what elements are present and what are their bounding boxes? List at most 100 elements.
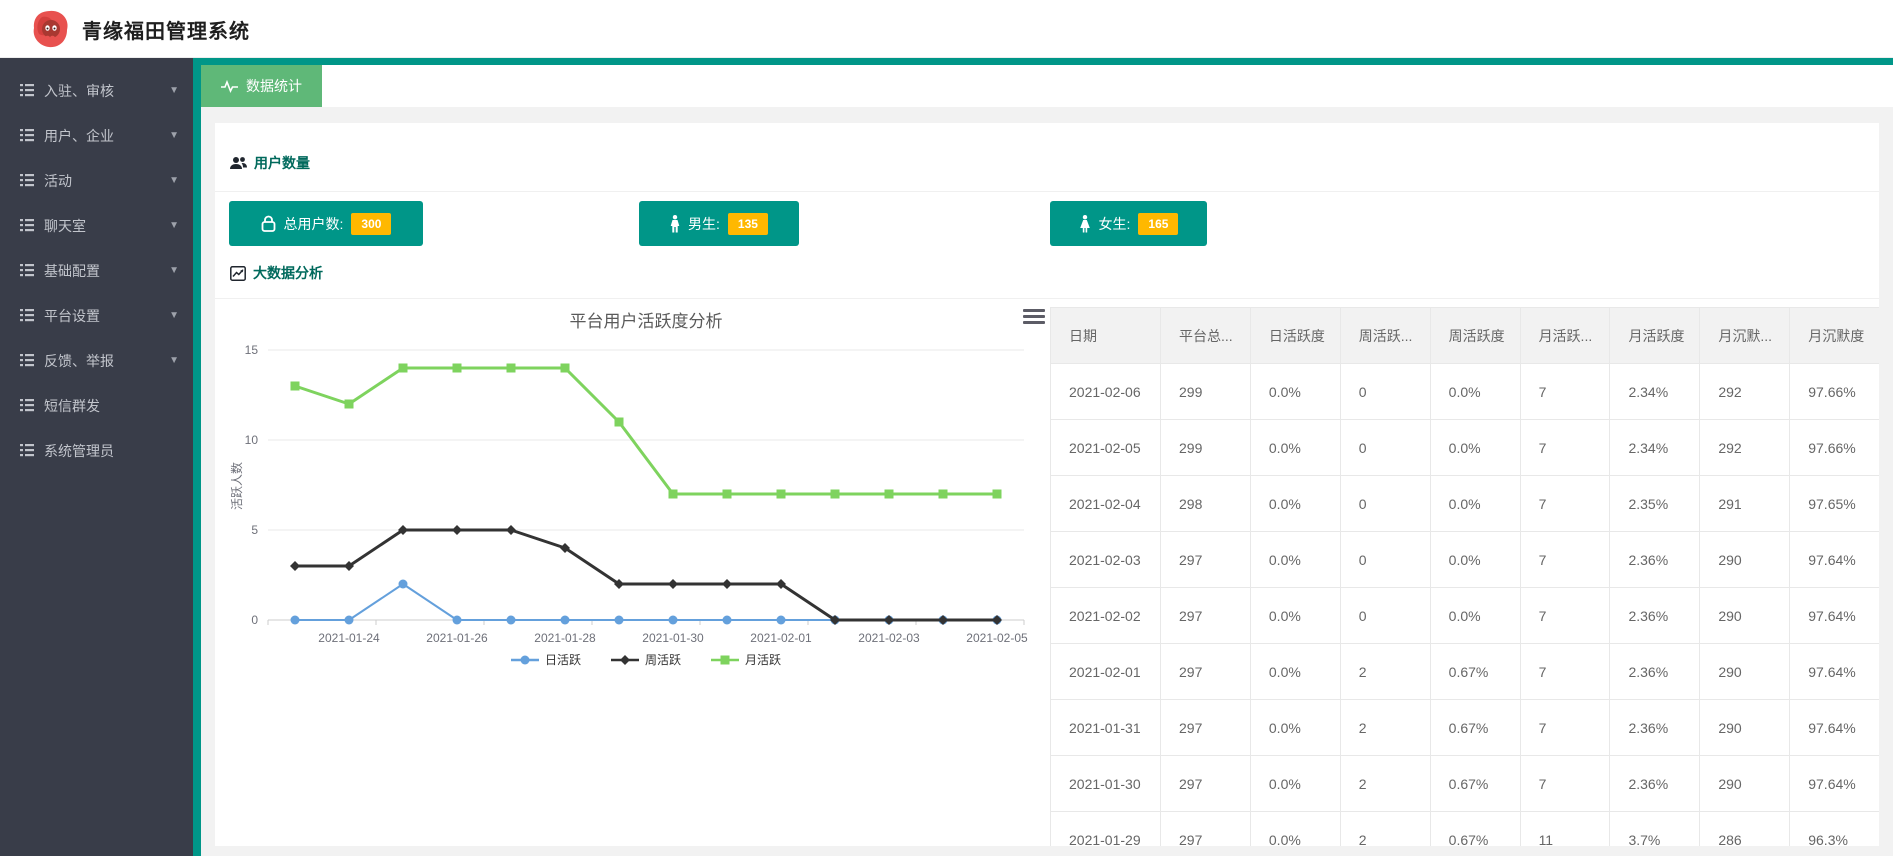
table-cell: 97.64% — [1790, 532, 1879, 588]
male-icon — [670, 215, 680, 233]
tab-data-statistics[interactable]: 数据统计 — [201, 65, 322, 107]
main: 用户数量 总用户数: 300 男生: — [201, 107, 1893, 856]
sidebar-item[interactable]: 系统管理员 — [0, 428, 193, 473]
legend-item[interactable]: 月活跃 — [711, 651, 781, 668]
table-cell: 297 — [1161, 644, 1251, 700]
list-icon — [20, 309, 34, 322]
sidebar-item[interactable]: 反馈、举报▼ — [0, 338, 193, 383]
table-cell: 286 — [1700, 812, 1790, 847]
top-header: 青缘福田管理系统 企业入驻二维码 ⚑ 企业后台 — [0, 0, 1893, 58]
users-icon — [230, 156, 247, 170]
chart-menu-icon[interactable] — [1023, 309, 1045, 326]
table-cell: 0.0% — [1250, 588, 1340, 644]
sidebar-item-label: 平台设置 — [44, 306, 100, 326]
table-cell: 2021-01-29 — [1051, 812, 1161, 847]
total-users-card: 总用户数: 300 — [229, 201, 423, 246]
sidebar-item[interactable]: 基础配置▼ — [0, 248, 193, 293]
sidebar-item[interactable]: 平台设置▼ — [0, 293, 193, 338]
list-icon — [20, 264, 34, 277]
sidebar-item[interactable]: 聊天室▼ — [0, 203, 193, 248]
bigdata-heading: 大数据分析 — [230, 263, 323, 283]
table-row: 2021-01-302970.0%20.67%72.36%29097.64% — [1051, 756, 1880, 812]
brand[interactable]: 青缘福田管理系统 — [30, 0, 250, 58]
list-icon — [20, 399, 34, 412]
table-cell: 0.0% — [1430, 588, 1520, 644]
table-cell: 11 — [1520, 812, 1610, 847]
table-cell: 2.36% — [1610, 644, 1700, 700]
total-users-value: 300 — [351, 213, 391, 235]
female-users-label: 女生: — [1099, 214, 1131, 234]
column-header: 日期 — [1051, 308, 1161, 364]
table-cell: 0 — [1340, 420, 1430, 476]
legend-marker — [611, 653, 639, 667]
svg-text:2021-01-26: 2021-01-26 — [426, 631, 488, 645]
bigdata-heading-label: 大数据分析 — [253, 263, 323, 283]
app-logo-icon — [30, 9, 70, 49]
svg-text:2021-01-30: 2021-01-30 — [642, 631, 704, 645]
table-cell: 297 — [1161, 756, 1251, 812]
table-cell: 0.0% — [1250, 812, 1340, 847]
sidebar-item-label: 反馈、举报 — [44, 351, 114, 371]
table-cell: 97.64% — [1790, 588, 1879, 644]
table-cell: 7 — [1520, 588, 1610, 644]
table-cell: 290 — [1700, 756, 1790, 812]
table-cell: 0.0% — [1250, 756, 1340, 812]
divider — [215, 298, 1879, 299]
table-cell: 292 — [1700, 420, 1790, 476]
table-row: 2021-02-012970.0%20.67%72.36%29097.64% — [1051, 644, 1880, 700]
table-cell: 7 — [1520, 532, 1610, 588]
table-cell: 2.36% — [1610, 588, 1700, 644]
table-cell: 0.67% — [1430, 644, 1520, 700]
table-cell: 290 — [1700, 700, 1790, 756]
table-cell: 2.36% — [1610, 756, 1700, 812]
chart-title: 平台用户活跃度分析 — [346, 307, 946, 332]
table-cell: 2 — [1340, 812, 1430, 847]
accent-left-strip — [193, 58, 201, 856]
activity-table-wrap: 日期平台总...日活跃度周活跃...周活跃度月活跃...月活跃度月沉默...月沉… — [1050, 307, 1879, 846]
column-header: 月沉默度 — [1790, 308, 1879, 364]
table-cell: 2021-02-06 — [1051, 364, 1161, 420]
table-cell: 2.34% — [1610, 364, 1700, 420]
svg-text:2021-01-24: 2021-01-24 — [318, 631, 380, 645]
list-icon — [20, 84, 34, 97]
column-header: 月活跃度 — [1610, 308, 1700, 364]
table-cell: 2 — [1340, 700, 1430, 756]
sidebar-item-label: 用户、企业 — [44, 126, 114, 146]
legend-item[interactable]: 周活跃 — [611, 651, 681, 668]
sidebar-item[interactable]: 用户、企业 ▼ — [0, 113, 193, 158]
table-cell: 2021-01-31 — [1051, 700, 1161, 756]
male-users-card: 男生: 135 — [639, 201, 799, 246]
table-cell: 0.0% — [1250, 644, 1340, 700]
divider — [215, 191, 1879, 192]
trend-chart-icon — [230, 266, 246, 281]
activity-icon — [221, 79, 238, 93]
chart-legend: 日活跃 周活跃 月活跃 — [346, 651, 946, 668]
table-cell: 299 — [1161, 364, 1251, 420]
chevron-down-icon: ▼ — [169, 130, 179, 141]
sidebar-item[interactable]: 活动▼ — [0, 158, 193, 203]
legend-label: 周活跃 — [645, 651, 681, 668]
lock-icon — [261, 215, 276, 232]
svg-text:0: 0 — [251, 613, 258, 627]
table-cell: 291 — [1700, 476, 1790, 532]
table-cell: 7 — [1520, 420, 1610, 476]
app-title: 青缘福田管理系统 — [82, 15, 250, 44]
legend-item[interactable]: 日活跃 — [511, 651, 581, 668]
sidebar-item-label: 系统管理员 — [44, 441, 114, 461]
table-cell: 2021-01-30 — [1051, 756, 1161, 812]
table-cell: 0.0% — [1250, 700, 1340, 756]
sidebar-item[interactable]: 入驻、审核▼ — [0, 68, 193, 113]
chevron-down-icon: ▼ — [169, 175, 179, 186]
female-users-card: 女生: 165 — [1050, 201, 1207, 246]
table-cell: 2 — [1340, 756, 1430, 812]
legend-marker — [711, 653, 739, 667]
users-count-heading: 用户数量 — [230, 153, 310, 173]
table-cell: 290 — [1700, 588, 1790, 644]
sidebar-item-label: 入驻、审核 — [44, 81, 114, 101]
table-row: 2021-02-052990.0%00.0%72.34%29297.66% — [1051, 420, 1880, 476]
column-header: 周活跃... — [1340, 308, 1430, 364]
table-cell: 290 — [1700, 644, 1790, 700]
table-cell: 97.64% — [1790, 700, 1879, 756]
chevron-down-icon: ▼ — [169, 220, 179, 231]
sidebar-item[interactable]: 短信群发 — [0, 383, 193, 428]
